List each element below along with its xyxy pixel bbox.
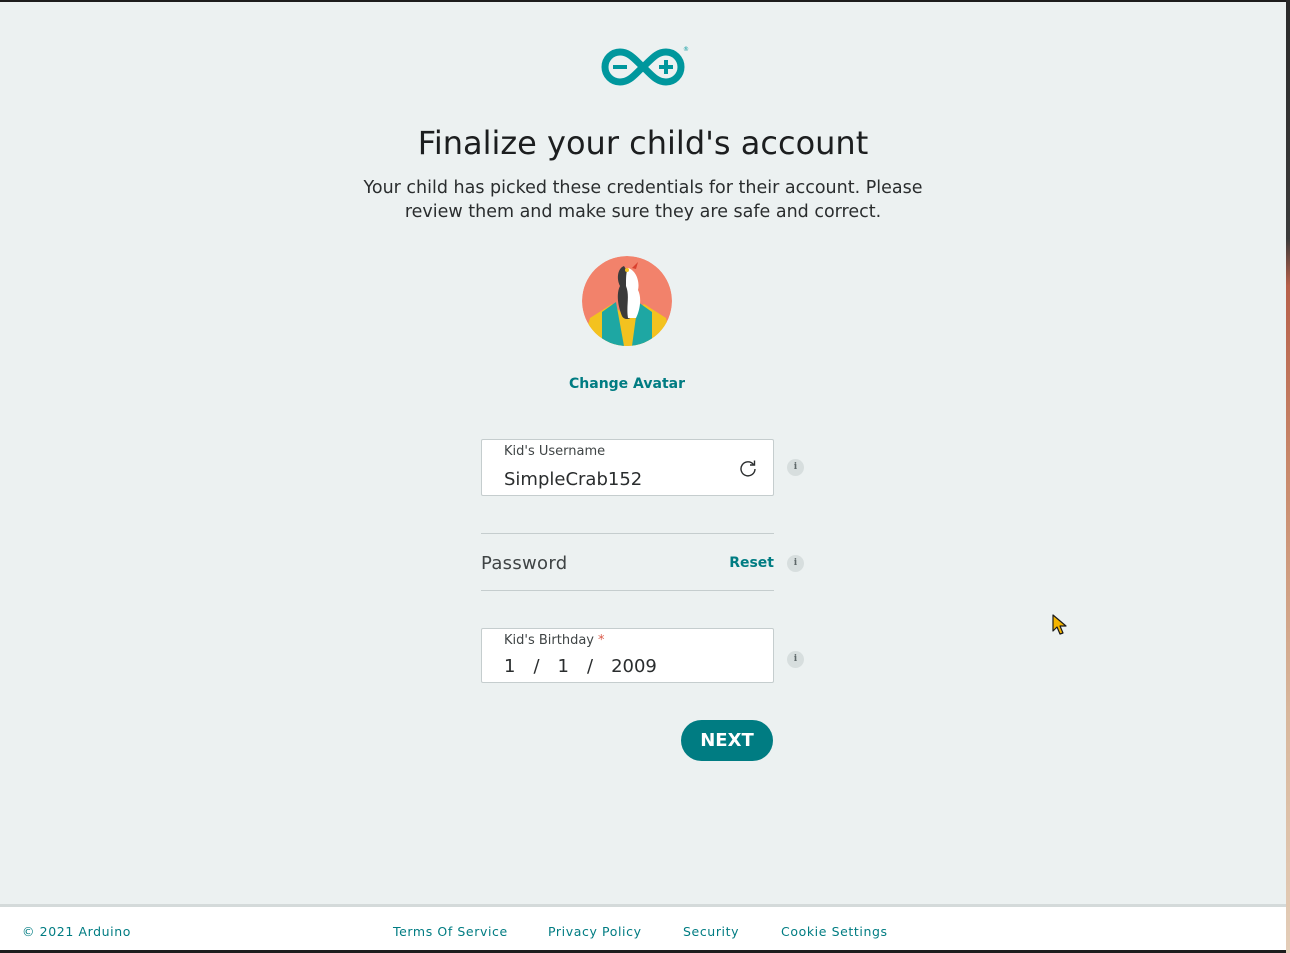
birthday-value[interactable]: 1 / 1 / 2009 (504, 656, 657, 677)
username-value[interactable]: SimpleCrab152 (504, 469, 642, 490)
birthday-month[interactable]: 1 (558, 656, 569, 677)
subtitle-line-2: review them and make sure they are safe … (404, 202, 882, 222)
birthday-field[interactable]: Kid's Birthday * 1 / 1 / 2009 (481, 628, 774, 683)
username-field[interactable]: Kid's Username SimpleCrab152 (481, 439, 774, 496)
required-mark: * (598, 633, 605, 648)
date-separator: / (533, 656, 540, 677)
birthday-year[interactable]: 2009 (611, 656, 657, 677)
cookie-settings-link[interactable]: Cookie Settings (781, 924, 888, 939)
username-info-icon[interactable]: i (787, 459, 804, 476)
page-title: Finalize your child's account (417, 124, 869, 162)
password-info-icon[interactable]: i (787, 555, 804, 572)
next-button[interactable]: NEXT (681, 720, 773, 761)
security-link[interactable]: Security (683, 924, 739, 939)
mouse-cursor-icon (1052, 614, 1067, 635)
copyright-text: © 2021 Arduino (22, 924, 132, 939)
birthday-label: Kid's Birthday * (504, 633, 605, 648)
change-avatar-link[interactable]: Change Avatar (527, 376, 727, 392)
avatar (582, 256, 672, 346)
page: ® Finalize your child's account Your chi… (0, 2, 1286, 950)
footer: © 2021 Arduino Terms Of Service Privacy … (0, 904, 1286, 950)
password-label: Password (481, 553, 568, 574)
svg-text:®: ® (683, 46, 689, 53)
password-row: Password Reset (481, 533, 774, 591)
page-subtitle: Your child has picked these credentials … (343, 176, 943, 224)
password-reset-link[interactable]: Reset (729, 555, 774, 571)
subtitle-line-1: Your child has picked these credentials … (363, 178, 923, 198)
background-window-edge (1286, 0, 1290, 953)
arduino-logo: ® (601, 46, 689, 86)
refresh-icon[interactable] (739, 459, 757, 477)
birthday-day[interactable]: 1 (504, 656, 515, 677)
username-label: Kid's Username (504, 444, 606, 459)
birthday-label-text: Kid's Birthday (504, 633, 594, 648)
date-separator: / (586, 656, 594, 677)
terms-of-service-link[interactable]: Terms Of Service (393, 924, 508, 939)
privacy-policy-link[interactable]: Privacy Policy (548, 924, 642, 939)
birthday-info-icon[interactable]: i (787, 651, 804, 668)
